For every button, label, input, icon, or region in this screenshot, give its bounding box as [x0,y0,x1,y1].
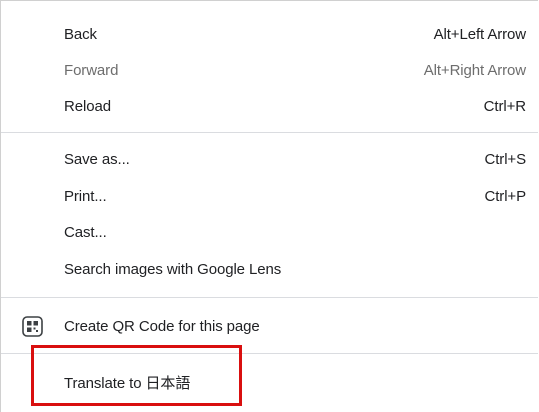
menu-item-label: Back [64,26,97,43]
menu-item-shortcut: Alt+Right Arrow [423,62,526,79]
menu-item-label: Print... [64,188,107,205]
menu-item-label: Forward [64,62,119,79]
menu-item-label: Save as... [64,151,130,168]
highlight-annotation-box [31,345,242,406]
menu-item-forward[interactable]: Forward Alt+Right Arrow [1,53,538,89]
menu-item-search-google-lens[interactable]: Search images with Google Lens [1,252,538,288]
menu-item-shortcut: Ctrl+R [483,98,526,115]
menu-item-shortcut: Ctrl+P [484,188,527,205]
menu-item-print[interactable]: Print... Ctrl+P [1,179,538,215]
menu-separator [1,297,538,298]
menu-item-shortcut: Alt+Left Arrow [433,26,527,43]
menu-item-cast[interactable]: Cast... [1,215,538,251]
menu-item-label: Search images with Google Lens [64,261,282,278]
menu-separator [1,132,538,133]
menu-item-back[interactable]: Back Alt+Left Arrow [1,17,538,53]
menu-item-reload[interactable]: Reload Ctrl+R [1,89,538,125]
menu-item-shortcut: Ctrl+S [484,151,527,168]
menu-item-create-qr-code[interactable]: Create QR Code for this page [1,309,538,345]
menu-item-label: Reload [64,98,111,115]
menu-item-save-as[interactable]: Save as... Ctrl+S [1,142,538,178]
menu-item-label: Cast... [64,224,107,241]
menu-item-label: Create QR Code for this page [64,318,260,335]
qr-code-icon [22,316,43,337]
